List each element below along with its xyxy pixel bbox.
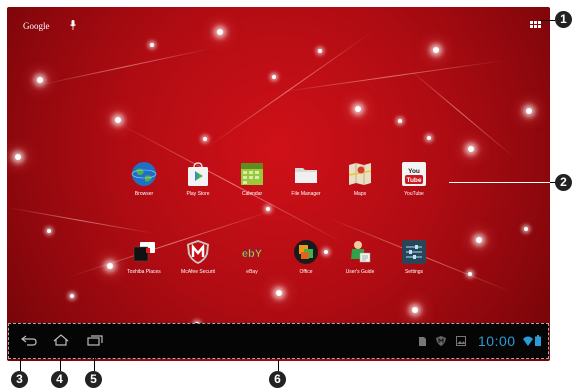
users-guide-icon [347,239,373,265]
calendar-icon [239,161,265,187]
light-ray [36,47,214,86]
app-calendar[interactable]: Calendar [222,161,282,197]
callout-leader-3 [20,355,21,371]
gallery-notification-icon[interactable] [456,336,466,349]
callout-badge: 4 [51,371,68,388]
app-label: McAfee Securit [181,269,215,275]
sparkle [150,43,154,47]
sparkle [526,108,532,114]
light-ray [276,59,505,93]
app-browser[interactable]: Browser [114,161,174,197]
battery-icon [535,335,541,349]
app-label: File Manager [291,191,321,197]
app-label: Settings [404,269,424,275]
app-office[interactable]: Office [276,239,336,275]
sparkle [266,207,270,211]
sparkle [476,237,482,243]
sd-card-icon[interactable] [419,337,426,349]
callout-leader-4 [60,355,61,371]
google-search-label[interactable]: Google [23,21,50,31]
app-label: Maps [353,191,367,197]
app-maps[interactable]: Maps [330,161,390,197]
app-settings[interactable]: Settings [384,239,444,275]
sparkle [107,263,113,269]
app-label: eBay [246,269,258,275]
sparkle [398,119,402,123]
back-arrow-icon [21,335,37,346]
youtube-icon-text-bottom: Tube [406,177,421,184]
system-bar: 10:00 [8,323,549,359]
app-play-store[interactable]: Play Store [168,161,228,197]
home-screen: Google Browser Play Store Calendar File … [7,7,550,361]
light-ray [7,207,155,235]
app-youtube[interactable]: You Tube YouTube [384,161,444,197]
sparkle [70,294,74,298]
settings-icon [401,239,427,265]
globe-icon [131,161,157,187]
recent-apps-button[interactable] [87,334,103,349]
app-toshiba-places[interactable]: Toshiba Places [114,239,174,275]
sparkle [217,29,223,35]
wifi-icon [523,336,533,349]
mcafee-icon [185,239,211,265]
mcafee-notification-icon[interactable] [436,336,446,349]
all-apps-icon[interactable] [530,21,544,31]
callout-badge: 6 [269,371,286,388]
sparkle [276,290,282,296]
sparkle [427,136,431,140]
office-icon [293,239,319,265]
sparkle [355,106,361,112]
app-label: User's Guide [345,269,375,275]
sparkle [115,117,121,123]
light-ray [206,32,372,148]
callout-leader-2 [449,182,556,183]
play-store-icon [185,161,211,187]
callout-leader-6 [278,360,279,371]
ebay-logo-text: ebY [242,248,263,260]
callout-badge: 5 [85,371,102,388]
maps-icon [347,161,373,187]
sparkle [468,272,472,276]
callout-badge: 3 [11,371,28,388]
youtube-icon-text-top: You [408,168,420,175]
app-users-guide[interactable]: User's Guide [330,239,390,275]
app-label: Browser [134,191,154,197]
toshiba-places-icon [131,239,157,265]
sparkle [203,137,207,141]
callout-badge: 2 [555,174,572,191]
app-label: Play Store [186,191,210,197]
sparkle [412,307,418,313]
sparkle [272,75,276,79]
home-button[interactable] [53,334,69,349]
microphone-icon[interactable] [70,20,76,33]
app-label: YouTube [404,191,424,197]
sparkle [318,49,322,53]
sparkle [524,227,528,231]
light-ray [406,67,515,158]
recent-apps-icon [87,335,103,346]
app-label: Office [299,269,313,275]
callout-leader-1 [540,20,555,21]
home-icon [53,334,69,346]
callout-badge: 1 [555,11,572,28]
clock[interactable]: 10:00 [478,333,516,349]
callout-leader-5 [94,355,95,371]
ebay-icon: ebY [239,239,265,265]
sparkle [47,229,51,233]
folder-icon [293,161,319,187]
app-label: Toshiba Places [127,269,161,275]
sparkle [433,47,439,53]
app-mcafee[interactable]: McAfee Securit [168,239,228,275]
sparkle [468,146,474,152]
back-button[interactable] [21,334,37,349]
app-file-manager[interactable]: File Manager [276,161,336,197]
sparkle [15,154,21,160]
app-label: Calendar [241,191,263,197]
sparkle [37,77,43,83]
app-ebay[interactable]: ebY eBay [222,239,282,275]
youtube-icon: You Tube [401,161,427,187]
